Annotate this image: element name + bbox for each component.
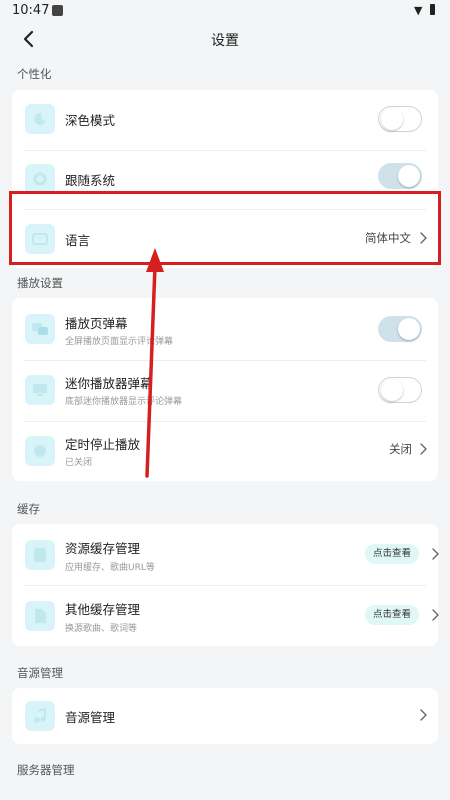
setting-description: 应用缓存、歌曲URL等 xyxy=(65,563,155,573)
page-title: 设置 xyxy=(211,33,239,49)
sleep-timer-value: 关闭 xyxy=(389,442,412,456)
view-resource-cache-button[interactable]: 点击查看 xyxy=(365,544,420,564)
notification-icon xyxy=(52,5,63,16)
source-card: 音源管理 xyxy=(12,688,438,744)
timer-icon xyxy=(25,436,55,466)
setting-label: 其他缓存管理 xyxy=(65,602,141,617)
chevron-right-icon xyxy=(420,443,427,455)
section-title-cache: 缓存 xyxy=(17,502,40,516)
setting-player-danmaku[interactable]: 播放页弹幕 全屏播放页面显示评论弹幕 xyxy=(12,298,438,360)
personalize-card: 深色模式 跟随系统 语言 简体中文 xyxy=(12,90,438,268)
chevron-right-icon xyxy=(420,709,427,721)
setting-mini-danmaku[interactable]: 迷你播放器弹幕 底部迷你播放器显示评论弹幕 xyxy=(12,361,438,421)
setting-description: 全屏播放页面显示评论弹幕 xyxy=(65,337,174,347)
danmaku-icon xyxy=(25,314,55,344)
dark-mode-toggle[interactable] xyxy=(378,106,422,132)
player-danmaku-toggle[interactable] xyxy=(378,316,422,342)
language-value: 简体中文 xyxy=(365,231,411,245)
status-time: 10:47 xyxy=(12,3,50,18)
mini-danmaku-toggle[interactable] xyxy=(378,377,422,403)
chevron-right-icon xyxy=(420,232,427,244)
view-other-cache-button[interactable]: 点击查看 xyxy=(365,605,420,625)
setting-sleep-timer[interactable]: 定时停止播放 已关闭 关闭 xyxy=(12,422,438,481)
setting-label: 资源缓存管理 xyxy=(65,541,141,556)
database-icon xyxy=(25,540,55,570)
setting-label: 深色模式 xyxy=(65,113,116,128)
moon-icon xyxy=(25,104,55,134)
setting-description: 换源歌曲、歌词等 xyxy=(65,624,138,634)
setting-dark-mode[interactable]: 深色模式 xyxy=(12,90,438,148)
playback-card: 播放页弹幕 全屏播放页面显示评论弹幕 迷你播放器弹幕 底部迷你播放器显示评论弹幕… xyxy=(12,298,438,481)
setting-other-cache[interactable]: 其他缓存管理 换源歌曲、歌词等 点击查看 xyxy=(12,586,439,646)
cache-card: 资源缓存管理 应用缓存、歌曲URL等 点击查看 其他缓存管理 换源歌曲、歌词等 … xyxy=(12,524,439,646)
gear-icon xyxy=(25,164,55,194)
setting-follow-system[interactable]: 跟随系统 xyxy=(12,151,438,208)
section-title-playback: 播放设置 xyxy=(17,276,63,290)
setting-language[interactable]: 语言 简体中文 xyxy=(12,210,438,268)
chevron-right-icon xyxy=(432,609,439,621)
section-title-personalize: 个性化 xyxy=(17,67,52,81)
section-title-source: 音源管理 xyxy=(17,666,63,680)
setting-label: 跟随系统 xyxy=(65,173,116,188)
status-bar: 10:47 ▼ xyxy=(0,0,450,22)
file-icon xyxy=(25,601,55,631)
monitor-icon xyxy=(25,375,55,405)
battery-icon xyxy=(430,4,435,15)
setting-description: 底部迷你播放器显示评论弹幕 xyxy=(65,397,183,407)
setting-label: 定时停止播放 xyxy=(65,437,141,452)
section-title-server: 服务器管理 xyxy=(17,763,75,777)
setting-label: 音源管理 xyxy=(65,710,116,725)
follow-system-toggle[interactable] xyxy=(378,163,422,189)
music-note-icon xyxy=(25,701,55,731)
setting-label: 播放页弹幕 xyxy=(65,316,128,331)
setting-label: 迷你播放器弹幕 xyxy=(65,376,153,391)
wifi-icon: ▼ xyxy=(414,4,423,17)
setting-source-manage[interactable]: 音源管理 xyxy=(12,688,438,744)
chevron-right-icon xyxy=(432,548,439,560)
setting-label: 语言 xyxy=(65,233,91,248)
nav-bar: 设置 xyxy=(0,22,450,56)
language-icon xyxy=(25,224,55,254)
setting-description: 已关闭 xyxy=(65,458,93,468)
setting-resource-cache[interactable]: 资源缓存管理 应用缓存、歌曲URL等 点击查看 xyxy=(12,524,439,585)
